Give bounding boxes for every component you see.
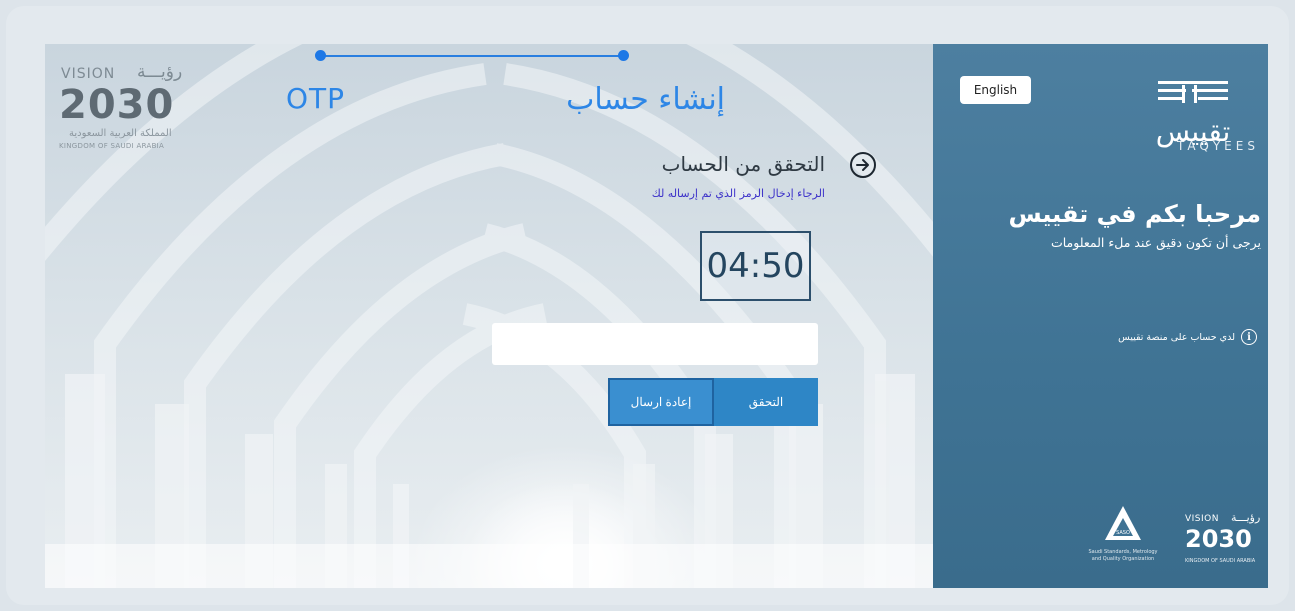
vision-subtitle-en: KINGDOM OF SAUDI ARABIA [59, 142, 165, 150]
vision-arabic-word-bottom: رؤيـــة [1231, 511, 1261, 524]
vision-2030-logo-bottom: VISION رؤيـــة 2030 KINGDOM OF SAUDI ARA… [1185, 511, 1265, 574]
welcome-subtitle: يرجى أن تكون دقيق عند ملء المعلومات [1050, 235, 1261, 250]
have-account-label: لدي حساب على منصة تقييس [1118, 331, 1235, 343]
vision-2030-logo: VISION رؤيـــة 2030 المملكة العربية السع… [59, 62, 189, 156]
step-label-otp: OTP [286, 82, 346, 115]
resend-button[interactable]: إعادة ارسال [608, 378, 714, 426]
vision-year-bottom: 2030 [1185, 525, 1252, 553]
countdown-timer: 04:50 [700, 231, 811, 301]
taqyees-english-name: TAQYEES [1177, 139, 1259, 153]
vision-arabic-word: رؤيـــة [137, 62, 183, 82]
signup-card: VISION رؤيـــة 2030 المملكة العربية السع… [45, 44, 1268, 588]
arrow-right-icon [856, 159, 869, 171]
step-dot-otp [315, 50, 326, 61]
vision-subtitle-ar: المملكة العربية السعودية [69, 128, 172, 139]
vision-word: VISION [61, 66, 116, 82]
saso-caption: Saudi Standards, Metrology and Quality O… [1088, 549, 1158, 562]
language-toggle-button[interactable]: English [960, 76, 1031, 104]
taqyees-emblem-icon [1158, 81, 1228, 103]
main-panel: VISION رؤيـــة 2030 المملكة العربية السع… [45, 44, 933, 588]
vision-word-bottom: VISION [1185, 514, 1219, 524]
otp-code-input[interactable] [492, 323, 818, 365]
step-progress-line [321, 55, 625, 57]
vision-year: 2030 [59, 82, 175, 128]
welcome-title: مرحبا بكم في تقييس [1008, 200, 1261, 228]
step-dot-create [618, 50, 629, 61]
verify-button[interactable]: التحقق [714, 378, 818, 426]
info-icon: i [1241, 329, 1257, 345]
step-label-create-account: إنشاء حساب [566, 82, 725, 117]
verification-subtitle: الرجاء إدخال الرمز الذي تم إرساله لك [651, 187, 825, 200]
page-frame: VISION رؤيـــة 2030 المملكة العربية السع… [6, 6, 1289, 605]
vision-subtitle-en-bottom: KINGDOM OF SAUDI ARABIA [1185, 558, 1256, 564]
welcome-sidebar: English تقييس TAQYEES مرحبا بكم في تقييس… [933, 44, 1268, 588]
have-account-link[interactable]: لدي حساب على منصة تقييس i [1083, 329, 1257, 345]
saso-triangle-icon: SASO [1105, 506, 1141, 540]
saso-mark-text: SASO [1116, 530, 1130, 536]
saso-logo: SASO Saudi Standards, Metrology and Qual… [1083, 500, 1163, 580]
back-arrow-button[interactable] [850, 152, 876, 178]
verification-title: التحقق من الحساب [661, 152, 825, 176]
